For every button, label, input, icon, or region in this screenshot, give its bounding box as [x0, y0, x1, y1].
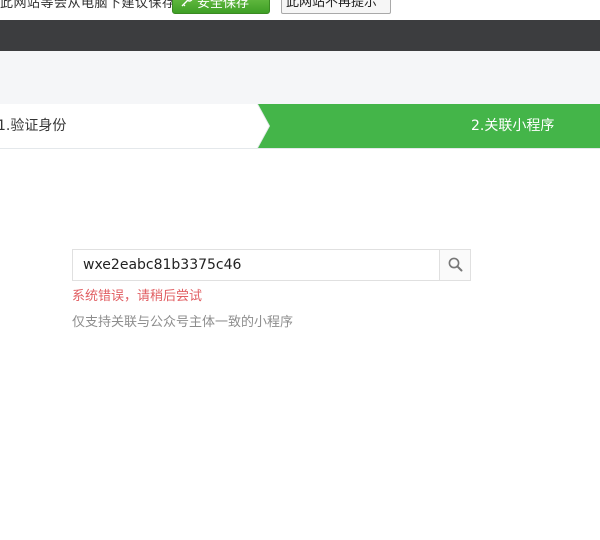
step-progress-bar: 1.验证身份 2.关联小程序	[0, 104, 600, 149]
top-navigation-bar	[0, 20, 600, 51]
mini-program-search-box	[72, 249, 471, 281]
safe-save-label: 安全保存	[197, 0, 250, 11]
hint-message: 仅支持关联与公众号主体一致的小程序	[72, 315, 294, 330]
search-icon	[448, 257, 463, 272]
key-icon	[181, 0, 193, 13]
browser-save-password-bar: 此网站等会从电脑下建议保存） 安全保存 此网站不再提示	[0, 0, 600, 20]
step-link-mini-program: 2.关联小程序	[258, 104, 600, 148]
appid-search-input[interactable]	[73, 250, 439, 280]
step1-label: 1.验证身份	[0, 118, 67, 134]
search-button[interactable]	[439, 250, 470, 280]
page-header-area	[0, 51, 600, 104]
safe-save-button[interactable]: 安全保存	[172, 0, 270, 14]
step-verify-identity: 1.验证身份	[0, 104, 260, 148]
step2-label: 2.关联小程序	[471, 118, 555, 134]
error-message: 系统错误，请稍后尝试	[72, 289, 203, 304]
never-prompt-button[interactable]: 此网站不再提示	[281, 0, 391, 14]
save-password-prompt-text: 此网站等会从电脑下建议保存）	[0, 0, 190, 11]
